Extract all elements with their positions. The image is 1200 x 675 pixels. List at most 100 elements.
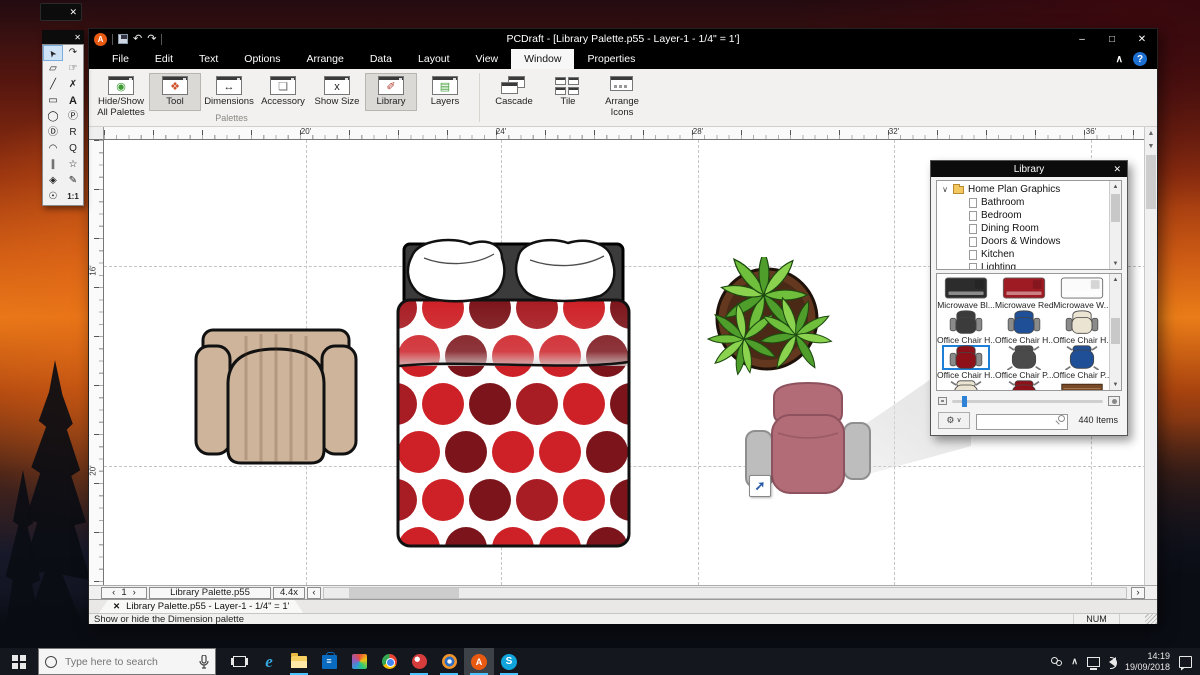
- scroll-left-button[interactable]: ‹: [307, 587, 321, 599]
- text-tool[interactable]: A: [63, 93, 83, 109]
- taskbar-search[interactable]: [38, 648, 216, 675]
- search-input[interactable]: [63, 655, 193, 669]
- library-options-button[interactable]: ⚙ ∨: [938, 412, 970, 429]
- double-bed[interactable]: [396, 236, 631, 549]
- freehand-tool[interactable]: ✗: [63, 77, 83, 93]
- clock[interactable]: 14:19 19/09/2018: [1125, 651, 1170, 672]
- library-item-office-chair-p[interactable]: Office Chair P...: [1053, 344, 1111, 379]
- tree-item-doors-windows[interactable]: Doors & Windows: [941, 235, 1107, 248]
- diameter-circle-tool[interactable]: Ⓓ: [43, 125, 63, 141]
- taskbar-task-view[interactable]: [224, 648, 254, 675]
- armchair[interactable]: [191, 322, 361, 469]
- menu-view[interactable]: View: [463, 49, 512, 69]
- library-item[interactable]: [937, 379, 995, 391]
- volume-icon[interactable]: [1109, 657, 1116, 667]
- tool-palette-titlebar[interactable]: ✕: [42, 30, 84, 44]
- star-tool[interactable]: ☆: [63, 157, 83, 173]
- line-tool[interactable]: ╱: [43, 77, 63, 93]
- ribbon-arrange-icons-button[interactable]: Arrange Icons: [596, 73, 648, 122]
- tree-item-dining-room[interactable]: Dining Room: [941, 222, 1107, 235]
- close-icon[interactable]: ✕: [69, 7, 77, 18]
- menu-file[interactable]: File: [99, 49, 142, 69]
- menu-edit[interactable]: Edit: [142, 49, 186, 69]
- page-next-icon[interactable]: ›: [133, 587, 136, 598]
- quarter-circle-tool[interactable]: Q: [63, 141, 83, 157]
- library-item[interactable]: [1053, 379, 1111, 391]
- ellipse-tool[interactable]: ◯: [43, 109, 63, 125]
- rotate-tool[interactable]: ↷: [63, 45, 83, 61]
- items-scrollbar[interactable]: ▲ ▼: [1109, 274, 1121, 390]
- rounded-rectangle-tool[interactable]: R: [63, 125, 83, 141]
- page-spinner[interactable]: ‹ 1 ›: [101, 587, 147, 599]
- potted-plant[interactable]: [704, 257, 834, 379]
- library-palette-titlebar[interactable]: Library ✕: [931, 161, 1127, 177]
- lamp-tool[interactable]: ☉: [43, 189, 63, 205]
- taskbar-photos[interactable]: [344, 648, 374, 675]
- document-name-box[interactable]: Library Palette.p55: [149, 587, 271, 599]
- scroll-right-button[interactable]: ›: [1131, 587, 1145, 599]
- tab-close-icon[interactable]: ✕: [113, 601, 120, 612]
- start-button[interactable]: [0, 648, 38, 675]
- taskbar-pcdraft[interactable]: A: [464, 648, 494, 675]
- symbol-tool[interactable]: ◈: [43, 173, 63, 189]
- action-center-icon[interactable]: [1179, 656, 1192, 668]
- items-scroll-thumb[interactable]: [1111, 318, 1120, 344]
- collapse-ribbon-icon[interactable]: ∧: [1116, 54, 1123, 65]
- tree-item-lighting[interactable]: Lighting: [941, 261, 1107, 270]
- parallel-lines-tool[interactable]: ∥: [43, 157, 63, 173]
- close-icon[interactable]: ✕: [1107, 164, 1127, 175]
- close-icon[interactable]: ✕: [74, 33, 81, 42]
- scroll-up-icon[interactable]: ▲: [1110, 181, 1121, 192]
- library-item-office-chair-h[interactable]: Office Chair H...: [937, 309, 995, 344]
- menu-layout[interactable]: Layout: [405, 49, 463, 69]
- taskbar-microsoft-store[interactable]: [314, 648, 344, 675]
- select-tool[interactable]: ➤: [43, 45, 63, 61]
- ribbon-accessory-button[interactable]: ❏Accessory: [257, 73, 309, 111]
- rectangle-tool[interactable]: ▭: [43, 93, 63, 109]
- library-item-office-chair-h[interactable]: Office Chair H...: [1053, 309, 1111, 344]
- floating-palette-titlebar[interactable]: ✕: [40, 3, 82, 21]
- minimize-button[interactable]: –: [1067, 34, 1097, 45]
- tree-scrollbar[interactable]: ▲ ▼: [1109, 181, 1121, 269]
- tree-item-bedroom[interactable]: Bedroom: [941, 209, 1107, 222]
- scroll-down-icon[interactable]: ▼: [1145, 140, 1157, 153]
- library-search-input[interactable]: [976, 414, 1068, 430]
- scroll-down-icon[interactable]: ▼: [1110, 379, 1121, 390]
- save-icon[interactable]: [118, 34, 128, 44]
- slider-thumb[interactable]: [962, 396, 967, 407]
- ribbon-dimensions-button[interactable]: ↔Dimensions: [203, 73, 255, 111]
- ribbon-tile-button[interactable]: Tile: [542, 73, 594, 111]
- microphone-icon[interactable]: [199, 655, 209, 669]
- help-icon[interactable]: ?: [1133, 52, 1147, 66]
- actual-size-tool[interactable]: 1:1: [63, 189, 83, 205]
- maximize-button[interactable]: □: [1097, 34, 1127, 45]
- library-item[interactable]: [995, 379, 1053, 391]
- resize-grip[interactable]: [1145, 614, 1157, 624]
- taskbar-edge[interactable]: e: [254, 648, 284, 675]
- menu-data[interactable]: Data: [357, 49, 405, 69]
- ribbon-layers-button[interactable]: ▤Layers: [419, 73, 471, 111]
- document-tab[interactable]: ✕ Library Palette.p55 - Layer-1 - 1/4" =…: [99, 600, 303, 613]
- taskbar-skype[interactable]: S: [494, 648, 524, 675]
- tree-item-kitchen[interactable]: Kitchen: [941, 248, 1107, 261]
- menu-properties[interactable]: Properties: [574, 49, 648, 69]
- scroll-up-icon[interactable]: ▲: [1110, 274, 1121, 285]
- taskbar-photo-editor[interactable]: [404, 648, 434, 675]
- ribbon-library-button[interactable]: ✐Library: [365, 73, 417, 111]
- library-item-office-chair-p[interactable]: Office Chair P...: [995, 344, 1053, 379]
- title-bar[interactable]: A ↶ ↷ PCDraft - [Library Palette.p55 - L…: [89, 29, 1157, 49]
- pan-tool[interactable]: ☞: [63, 61, 83, 77]
- library-item-office-chair-h[interactable]: Office Chair H...: [937, 344, 995, 379]
- close-button[interactable]: ✕: [1127, 34, 1157, 45]
- menu-text[interactable]: Text: [186, 49, 231, 69]
- library-item-microwave-bl[interactable]: Microwave Bl...: [937, 274, 995, 309]
- page-prev-icon[interactable]: ‹: [112, 587, 115, 598]
- people-icon[interactable]: [1050, 657, 1062, 667]
- vertical-scroll-thumb[interactable]: [1146, 155, 1156, 209]
- taskbar-file-explorer[interactable]: [284, 648, 314, 675]
- scroll-up-icon[interactable]: ▲: [1145, 127, 1157, 140]
- taskbar-graphics-app[interactable]: [434, 648, 464, 675]
- ribbon-show-size-button[interactable]: xShow Size: [311, 73, 363, 111]
- arc-tool[interactable]: ◠: [43, 141, 63, 157]
- redo-icon[interactable]: ↷: [147, 34, 156, 45]
